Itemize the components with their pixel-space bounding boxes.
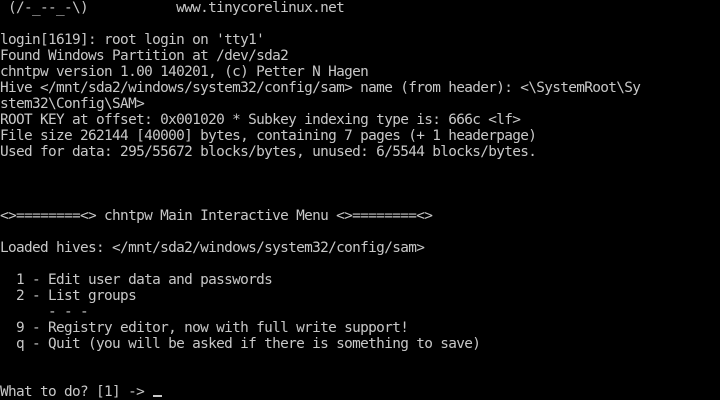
menu-option-edit-users: 1 - Edit user data and passwords: [0, 272, 273, 288]
used-data-line: Used for data: 295/55672 blocks/bytes, u…: [0, 144, 537, 160]
login-line: login[1619]: root login on 'tty1': [0, 32, 265, 48]
version-line: chntpw version 1.00 140201, (c) Petter N…: [0, 64, 369, 80]
hive-line: Hive </mnt/sda2/windows/system32/config/…: [0, 80, 641, 96]
menu-title: <>========<> chntpw Main Interactive Men…: [0, 208, 433, 224]
prompt-line[interactable]: What to do? [1] ->: [0, 384, 163, 400]
menu-option-list-groups: 2 - List groups: [0, 288, 137, 304]
root-key-line: ROOT KEY at offset: 0x001020 * Subkey in…: [0, 112, 521, 128]
hive-line-wrap: stem32\Config\SAM>: [0, 96, 145, 112]
terminal-screen[interactable]: (/-_--_-\) www.tinycorelinux.net login[1…: [0, 0, 720, 400]
menu-separator: - - -: [0, 304, 89, 320]
menu-option-registry-editor: 9 - Registry editor, now with full write…: [0, 320, 409, 336]
prompt-text: What to do? [1] ->: [0, 384, 153, 400]
partition-line: Found Windows Partition at /dev/sda2: [0, 48, 289, 64]
file-size-line: File size 262144 [40000] bytes, containi…: [0, 128, 537, 144]
menu-option-quit: q - Quit (you will be asked if there is …: [0, 336, 481, 352]
banner-line: (/-_--_-\) www.tinycorelinux.net: [0, 0, 345, 16]
loaded-hives-line: Loaded hives: </mnt/sda2/windows/system3…: [0, 240, 425, 256]
cursor-icon: [153, 395, 163, 397]
